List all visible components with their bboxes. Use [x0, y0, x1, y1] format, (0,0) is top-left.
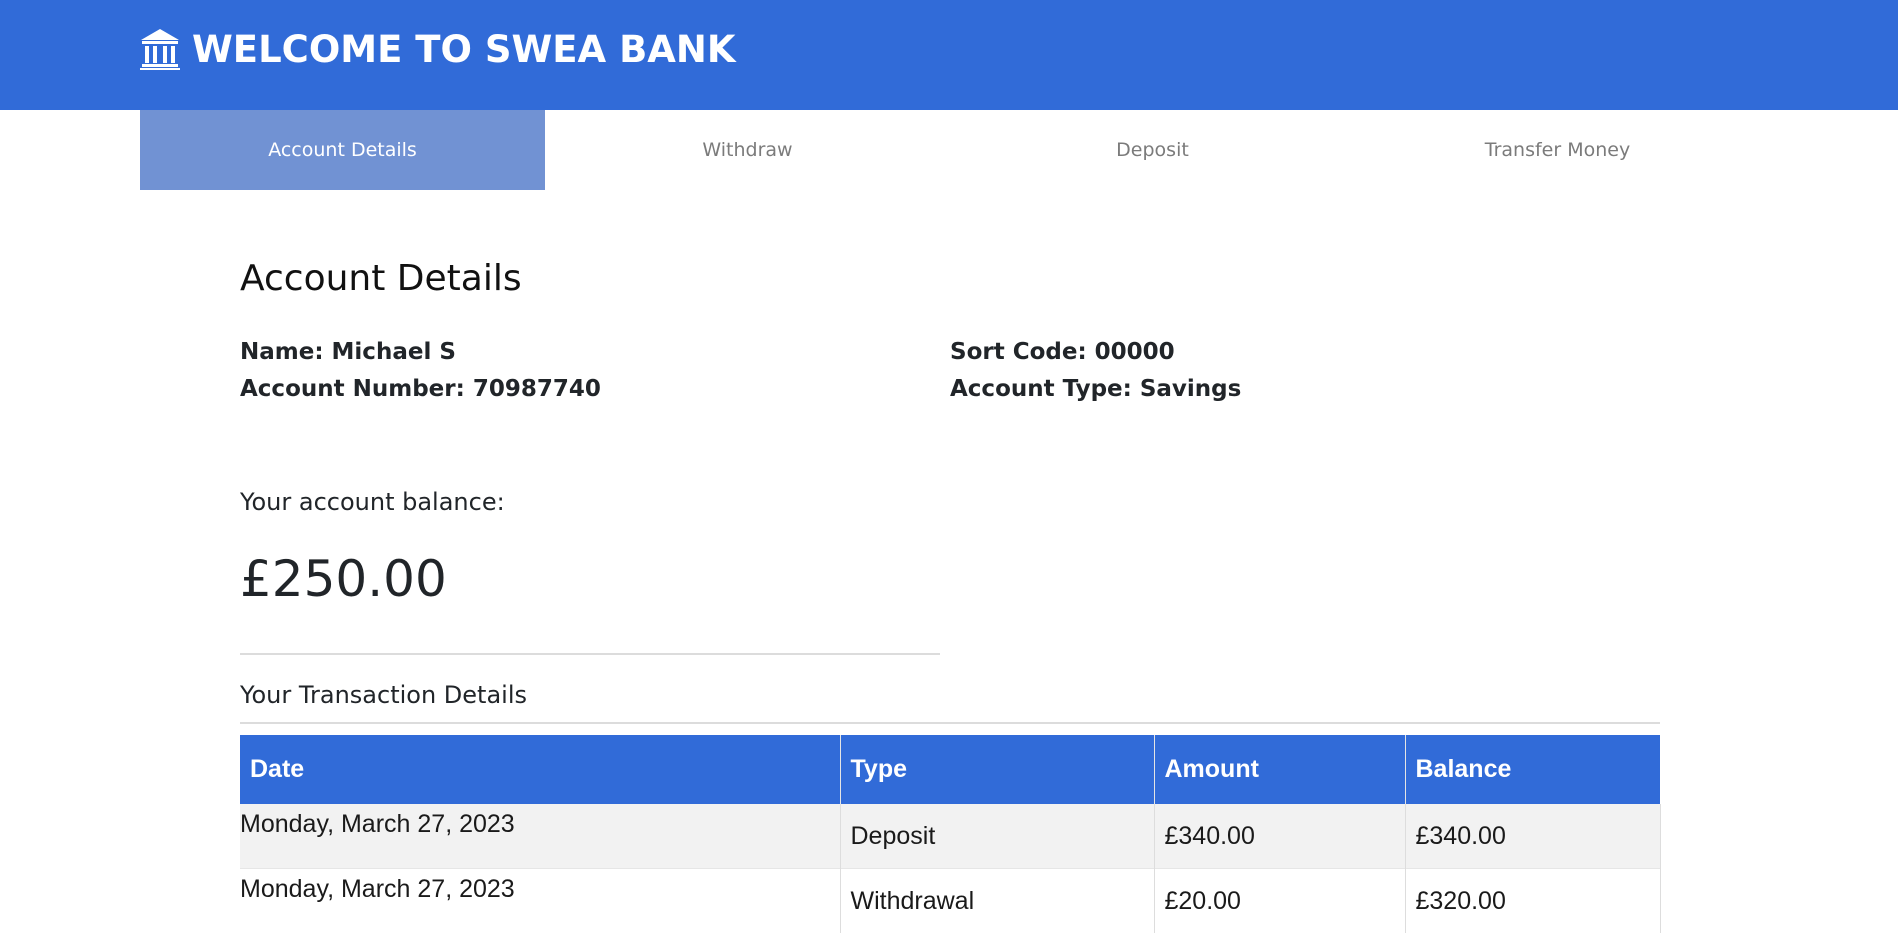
brand: WELCOME TO SWEA BANK — [139, 24, 736, 74]
section-title: Account Details — [240, 258, 522, 299]
tab-bar: Account Details Withdraw Deposit Transfe… — [140, 110, 1760, 190]
transactions-table: Date Type Amount Balance Monday, March 2… — [240, 735, 1661, 933]
tab-account-details[interactable]: Account Details — [140, 110, 545, 190]
transactions-title: Your Transaction Details — [240, 681, 527, 709]
balance-value: £250.00 — [240, 550, 447, 608]
tab-deposit[interactable]: Deposit — [950, 110, 1355, 190]
cell-balance: £320.00 — [1405, 869, 1660, 933]
cell-amount: £340.00 — [1154, 804, 1405, 869]
account-number: Account Number: 70987740 — [240, 376, 601, 402]
table-row: Monday, March 27, 2023 Deposit £340.00 £… — [240, 804, 1660, 869]
cell-date: Monday, March 27, 2023 — [240, 869, 840, 933]
sort-code: Sort Code: 00000 — [950, 339, 1175, 365]
tab-transfer-money[interactable]: Transfer Money — [1355, 110, 1760, 190]
cell-type: Withdrawal — [840, 869, 1154, 933]
table-row: Monday, March 27, 2023 Withdrawal £20.00… — [240, 869, 1660, 933]
cell-type: Deposit — [840, 804, 1154, 869]
cell-balance: £340.00 — [1405, 804, 1660, 869]
bank-icon — [139, 27, 181, 71]
column-header-amount: Amount — [1154, 735, 1405, 804]
column-header-date: Date — [240, 735, 840, 804]
page-title: WELCOME TO SWEA BANK — [192, 28, 736, 71]
divider — [240, 722, 1660, 724]
top-header: WELCOME TO SWEA BANK — [0, 0, 1898, 110]
account-name: Name: Michael S — [240, 339, 456, 365]
tab-withdraw[interactable]: Withdraw — [545, 110, 950, 190]
column-header-type: Type — [840, 735, 1154, 804]
table-header-row: Date Type Amount Balance — [240, 735, 1660, 804]
account-type: Account Type: Savings — [950, 376, 1241, 402]
balance-label: Your account balance: — [240, 488, 505, 516]
cell-date: Monday, March 27, 2023 — [240, 804, 840, 869]
divider — [240, 653, 940, 655]
cell-amount: £20.00 — [1154, 869, 1405, 933]
column-header-balance: Balance — [1405, 735, 1660, 804]
